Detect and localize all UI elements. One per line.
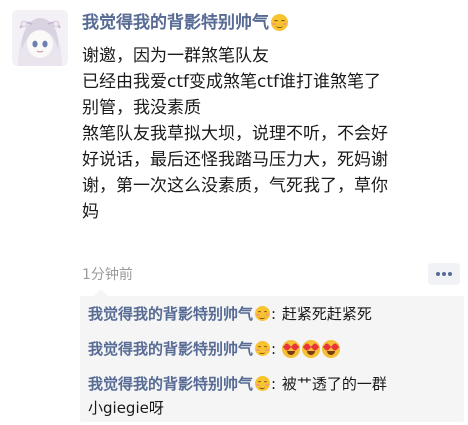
dot-icon — [448, 272, 452, 276]
post-author-label: 我觉得我的背影特别帅气 — [82, 13, 269, 33]
smiling-blush-emoji-icon — [255, 376, 271, 391]
comment-item[interactable]: 我觉得我的背影特别帅气: — [88, 337, 342, 361]
comment-separator: : — [271, 305, 277, 323]
post-body-line: 别管，我没素质 — [82, 98, 201, 118]
comment-text: 赶紧死赶紧死 — [281, 305, 372, 323]
post-body-line: 好说话，最后还怪我踏马压力大，死妈谢 — [82, 150, 388, 170]
smiling-blush-emoji-icon — [255, 306, 271, 321]
post-author-name[interactable]: 我觉得我的背影特别帅气 — [82, 11, 288, 35]
comment-item[interactable]: 我觉得我的背影特别帅气: 赶紧死赶紧死 — [88, 302, 372, 326]
post-body-line: 煞笔队友我草拟大坝，说理不听，不会好 — [82, 124, 388, 144]
post-body-line: 谢，第一次这么没素质，气死我了，草你 — [82, 176, 388, 196]
post-body-line: 已经由我爱ctf变成煞笔ctf谁打谁煞笔了 — [82, 72, 381, 92]
comment-author[interactable]: 我觉得我的背影特别帅气 — [88, 305, 253, 323]
comments-section: 我觉得我的背影特别帅气: 赶紧死赶紧死 我觉得我的背影特别帅气: 我觉得我的背影… — [80, 289, 464, 422]
post-body-text: 谢邀，因为一群煞笔队友 已经由我爱ctf变成煞笔ctf谁打谁煞笔了 别管，我没素… — [82, 43, 458, 225]
post-body-line: 妈 — [82, 202, 99, 222]
post-body-line: 谢邀，因为一群煞笔队友 — [82, 46, 269, 66]
avatar[interactable] — [12, 10, 68, 66]
heart-eyes-emoji-icon — [321, 340, 340, 358]
more-options-button[interactable] — [428, 263, 460, 285]
smiling-blush-emoji-icon — [255, 341, 271, 356]
heart-eyes-emoji-icon — [301, 340, 320, 358]
comment-text: 被艹透了的一群 — [281, 375, 387, 393]
comment-separator: : — [271, 340, 277, 358]
anime-avatar-image — [12, 10, 68, 66]
comment-separator: : — [271, 375, 277, 393]
comment-author[interactable]: 我觉得我的背影特别帅气 — [88, 340, 253, 358]
heart-eyes-emoji-icon — [281, 340, 300, 358]
smiling-blush-emoji-icon — [271, 14, 288, 31]
post-timestamp: 1分钟前 — [82, 267, 133, 283]
comment-item[interactable]: 我觉得我的背影特别帅气: 被艹透了的一群 — [88, 372, 387, 396]
comment-text-continued: 小giegie呀 — [88, 399, 164, 417]
dot-icon — [442, 272, 446, 276]
moments-post: 我觉得我的背影特别帅气 谢邀，因为一群煞笔队友 已经由我爱ctf变成煞笔ctf谁… — [0, 0, 468, 425]
comment-author[interactable]: 我觉得我的背影特别帅气 — [88, 375, 253, 393]
dot-icon — [436, 272, 440, 276]
